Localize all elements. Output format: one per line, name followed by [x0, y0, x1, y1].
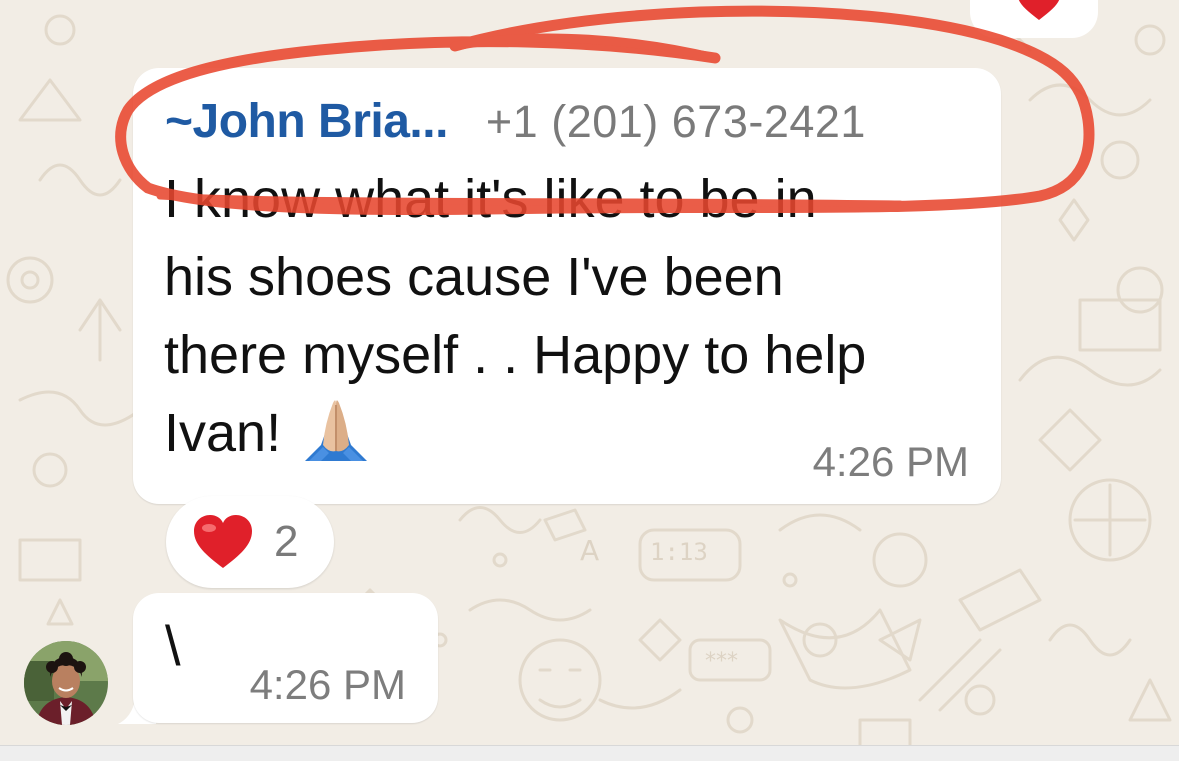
message-line: his shoes cause I've been — [164, 247, 784, 307]
sender-name[interactable]: ~John Bria... — [165, 94, 448, 149]
reply-time: 4:26 PM — [249, 661, 406, 708]
message-line: I know what it's like to be in — [164, 169, 817, 229]
sender-header: ~John Bria... +1 (201) 673-2421 — [165, 94, 866, 149]
heart-icon — [194, 515, 252, 568]
message-bubble[interactable]: ~John Bria... +1 (201) 673-2421 I know w… — [133, 68, 1001, 504]
user-avatar[interactable] — [24, 641, 108, 725]
heart-icon — [1018, 0, 1060, 20]
folded-hands-emoji — [305, 400, 368, 461]
bottom-edge — [0, 745, 1179, 761]
svg-text:1:13: 1:13 — [650, 538, 708, 566]
reaction-pill[interactable]: 2 — [166, 496, 334, 588]
reply-bubble[interactable]: \ 4:26 PM — [133, 593, 438, 723]
reaction-count: 2 — [274, 517, 299, 566]
message-line: there myself . . Happy to help — [164, 325, 867, 385]
message-time: 4:26 PM — [812, 438, 969, 485]
svg-text:A: A — [580, 534, 599, 567]
message-line-text: Ivan! — [164, 403, 282, 463]
message-text: I know what it's like to be in his shoes… — [164, 160, 964, 472]
svg-text:***: *** — [705, 649, 738, 674]
sender-phone[interactable]: +1 (201) 673-2421 — [486, 96, 866, 148]
reply-text: \ — [165, 614, 181, 677]
